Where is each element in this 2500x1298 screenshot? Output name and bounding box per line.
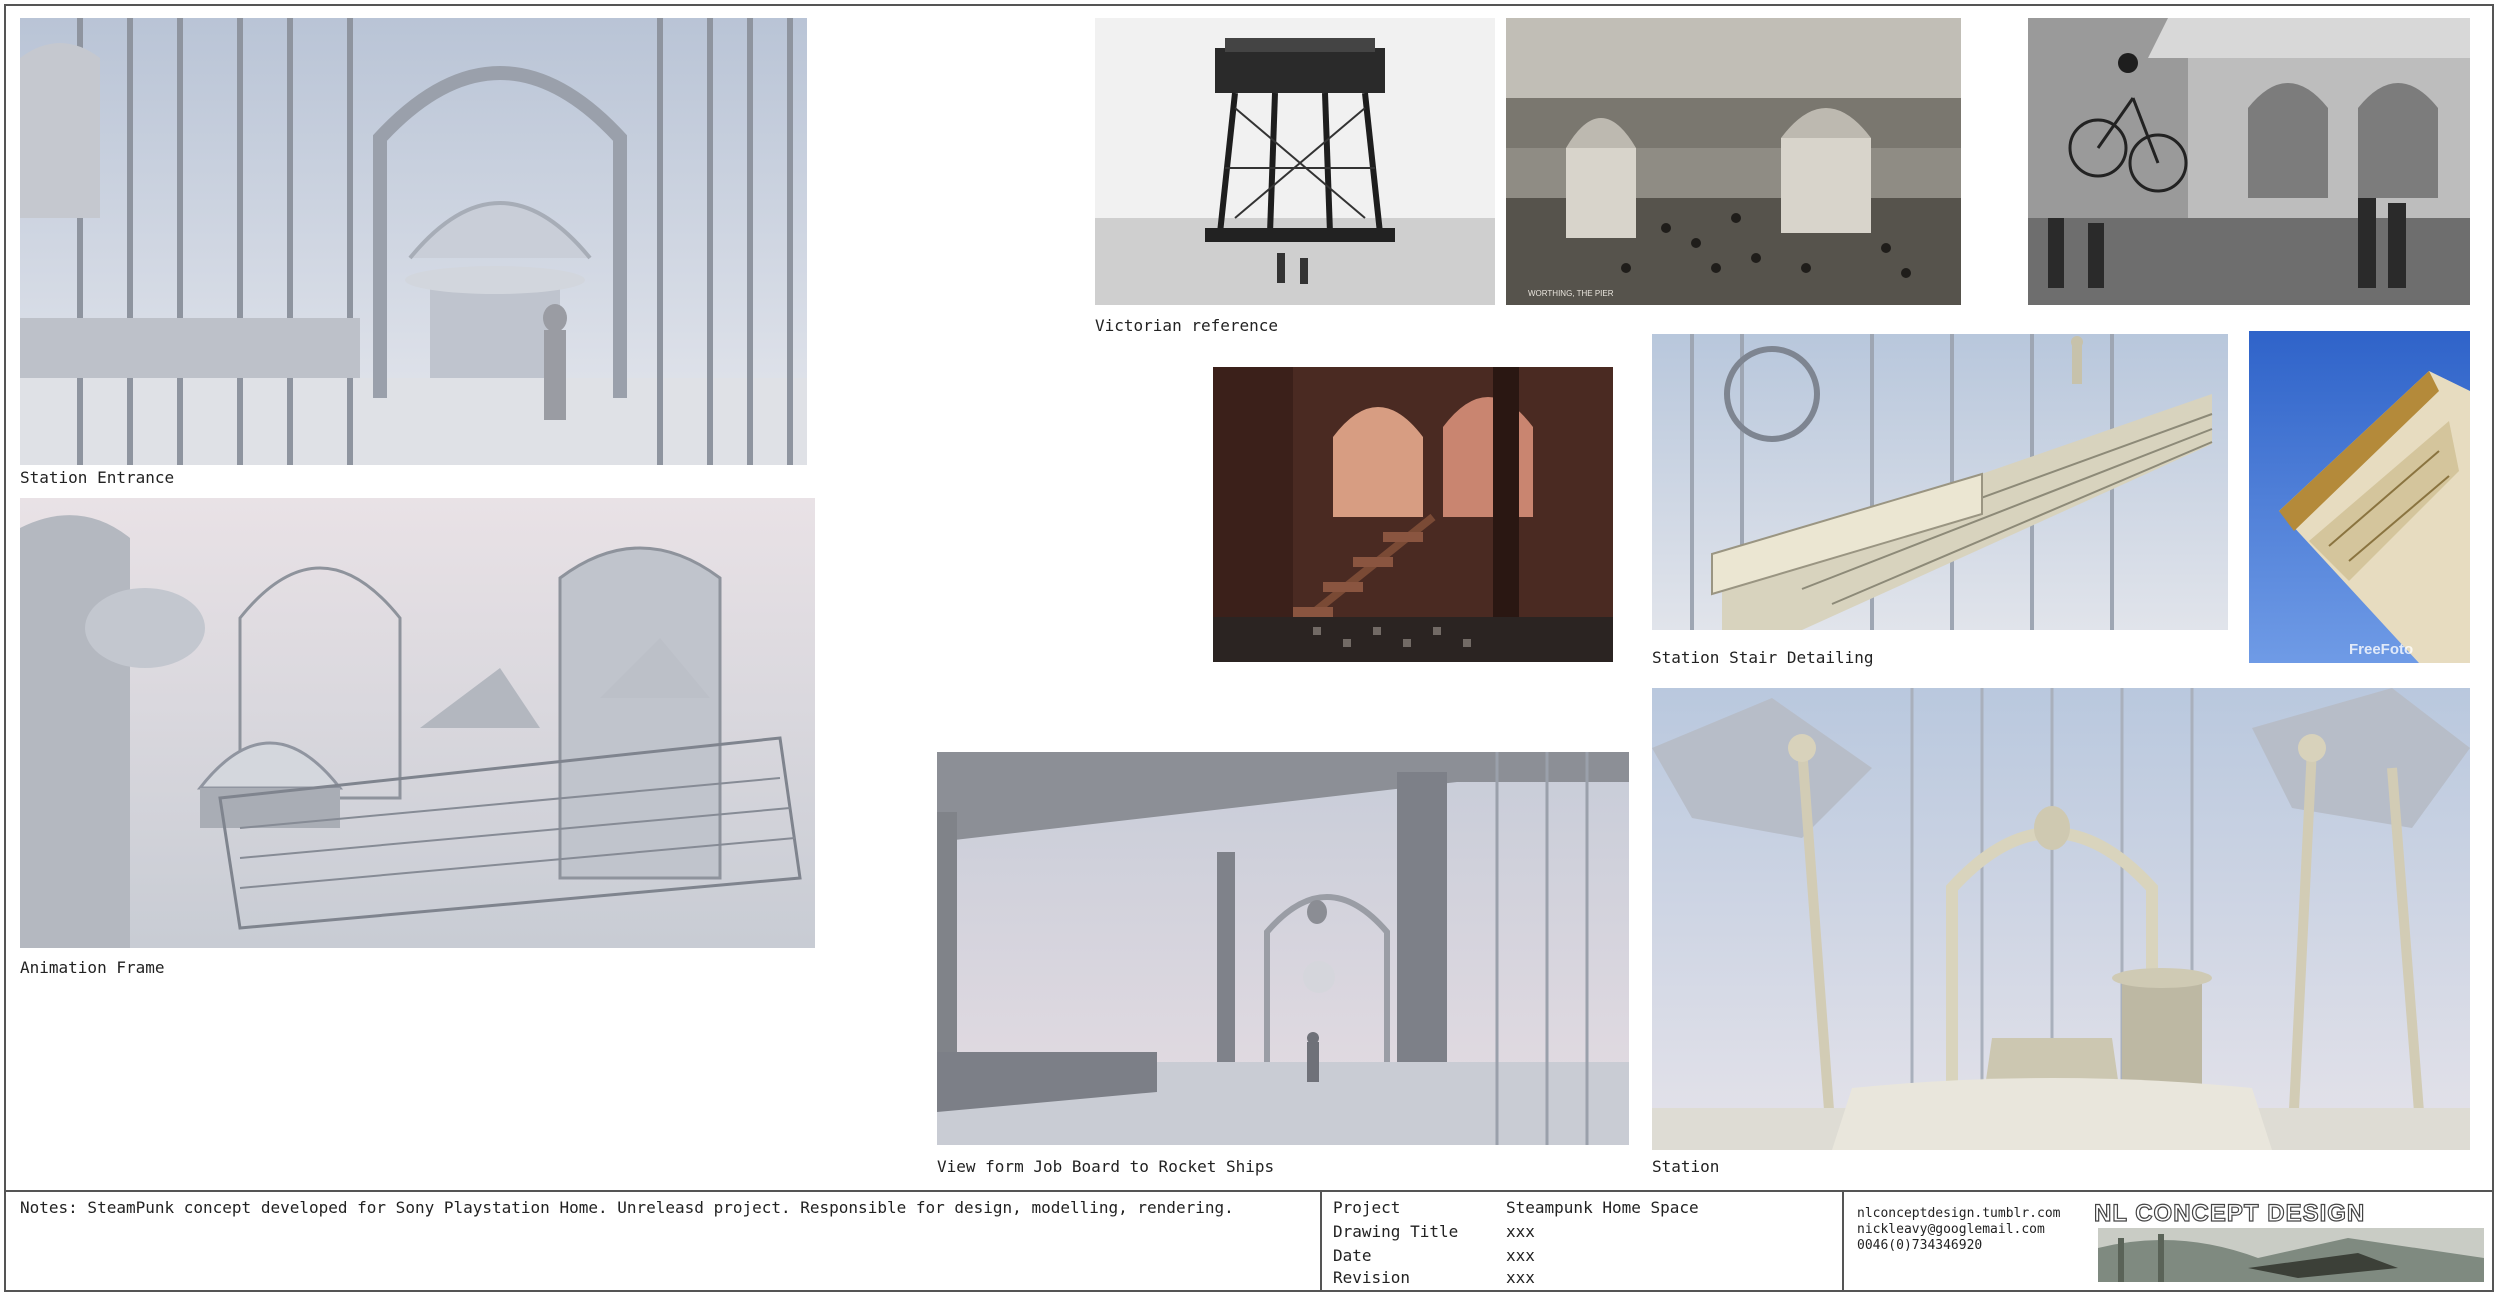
date-label: Date xyxy=(1333,1246,1372,1265)
station-entrance-image xyxy=(20,18,807,465)
drawing-title-value: xxx xyxy=(1506,1222,1535,1241)
project-label: Project xyxy=(1333,1198,1401,1217)
animation-frame-image xyxy=(20,498,815,948)
title-block-divider xyxy=(1320,1192,1322,1292)
station-caption: Station xyxy=(1652,1157,1720,1176)
brand-logo-text: NL CONCEPT DESIGN xyxy=(2093,1199,2366,1227)
station-image xyxy=(1652,688,2470,1150)
rusty-interior-photo xyxy=(1213,367,1613,662)
postcard-caption: WORTHING, THE PIER xyxy=(1528,289,1614,298)
notes-text: Notes: SteamPunk concept developed for S… xyxy=(20,1198,1234,1217)
title-block-divider xyxy=(1842,1192,1844,1292)
worthing-pier-photo: WORTHING, THE PIER xyxy=(1506,18,1961,305)
animation-frame-caption: Animation Frame xyxy=(20,958,165,977)
job-board-view-caption: View form Job Board to Rocket Ships xyxy=(937,1157,1275,1176)
stair-detailing-image xyxy=(1652,334,2228,630)
freefoto-watermark: FreeFoto xyxy=(2349,641,2413,658)
brand-thumbnail xyxy=(2098,1228,2484,1282)
project-value: Steampunk Home Space xyxy=(1506,1198,1699,1217)
eaves-photo: FreeFoto xyxy=(2249,331,2470,663)
date-value: xxx xyxy=(1506,1246,1535,1265)
victorian-reference-caption: Victorian reference xyxy=(1095,316,1279,335)
job-board-view-image xyxy=(937,752,1629,1145)
victorian-tower-photo xyxy=(1095,18,1495,305)
contact-email: nickleavy@googlemail.com xyxy=(1857,1222,2045,1237)
revision-value: xxx xyxy=(1506,1268,1535,1287)
contact-phone: 0046(0)734346920 xyxy=(1857,1238,1983,1253)
revision-label: Revision xyxy=(1333,1268,1411,1287)
station-entrance-caption: Station Entrance xyxy=(20,468,175,487)
drawing-title-label: Drawing Title xyxy=(1333,1222,1459,1241)
contact-website: nlconceptdesign.tumblr.com xyxy=(1857,1206,2061,1221)
cyclist-pavilion-photo xyxy=(2028,18,2470,305)
stair-detailing-caption: Station Stair Detailing xyxy=(1652,648,1874,667)
